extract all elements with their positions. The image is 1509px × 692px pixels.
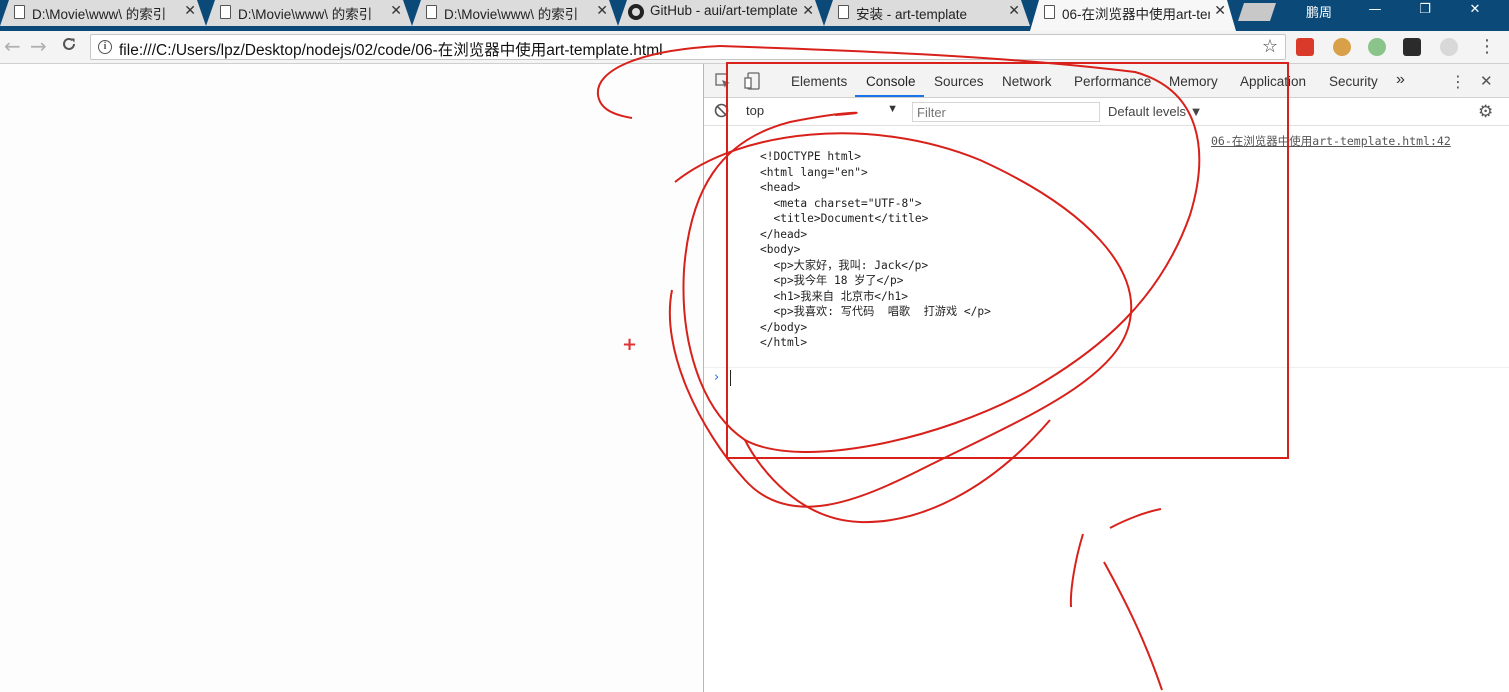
- devtools-tab-console[interactable]: Console: [866, 74, 916, 89]
- extension-fe-icon[interactable]: [1296, 38, 1314, 56]
- close-window-button[interactable]: ✕: [1452, 0, 1498, 22]
- log-levels-dropdown[interactable]: Default levels ▼: [1108, 104, 1203, 119]
- page-icon: [426, 5, 437, 19]
- page-icon: [838, 5, 849, 19]
- page-viewport[interactable]: +: [0, 64, 703, 692]
- crosshair-cursor-icon: +: [622, 334, 638, 355]
- console-input-caret[interactable]: [730, 370, 731, 386]
- dropdown-arrow-icon: ▼: [887, 103, 898, 115]
- extension-gray-icon[interactable]: [1440, 38, 1458, 56]
- tab-close-icon[interactable]: ✕: [1008, 3, 1020, 19]
- clear-console-icon[interactable]: [714, 103, 729, 122]
- extension-cookie-icon[interactable]: [1333, 38, 1351, 56]
- console-prompt-chevron-icon: ›: [714, 370, 720, 385]
- address-bar[interactable]: i file:///C:/Users/lpz/Desktop/nodejs/02…: [90, 34, 1286, 60]
- page-icon: [220, 5, 231, 19]
- minimize-button[interactable]: —: [1352, 0, 1398, 22]
- console-log-text: <!DOCTYPE html> <html lang="en"> <head> …: [760, 150, 991, 349]
- page-icon: [14, 5, 25, 19]
- browser-menu-icon[interactable]: ⋮: [1478, 36, 1496, 57]
- extension-green-circle-icon[interactable]: [1368, 38, 1386, 56]
- tab-movie-index-2[interactable]: D:\Movie\www\ 的索引 ✕: [206, 0, 412, 26]
- tab-title: 安装 - art-template: [856, 7, 968, 22]
- devtools-tab-memory[interactable]: Memory: [1169, 74, 1218, 89]
- device-toolbar-icon[interactable]: [744, 72, 760, 94]
- tab-title: D:\Movie\www\ 的索引: [238, 7, 373, 22]
- new-tab-button[interactable]: [1238, 3, 1276, 21]
- more-tabs-icon[interactable]: »: [1396, 71, 1405, 89]
- devtools-tab-performance[interactable]: Performance: [1074, 74, 1151, 89]
- tab-active-art-template-page[interactable]: 06-在浏览器中使用art-template ✕: [1030, 0, 1236, 26]
- bookmark-star-icon[interactable]: ☆: [1262, 36, 1278, 57]
- devtools-panel: Elements Console Sources Network Perform…: [703, 64, 1509, 692]
- reload-button[interactable]: [60, 35, 78, 58]
- console-source-link[interactable]: 06-在浏览器中使用art-template.html:42: [1211, 133, 1451, 149]
- github-icon: [628, 4, 644, 20]
- back-button[interactable]: ←: [4, 35, 21, 57]
- devtools-tab-sources[interactable]: Sources: [934, 74, 984, 89]
- tab-install-art-template[interactable]: 安装 - art-template ✕: [824, 0, 1030, 26]
- devtools-tab-application[interactable]: Application: [1240, 74, 1306, 89]
- tab-close-icon[interactable]: ✕: [184, 3, 196, 19]
- console-settings-gear-icon[interactable]: ⚙: [1478, 102, 1493, 122]
- console-log-entry: 06-在浏览器中使用art-template.html:42 <!DOCTYPE…: [704, 126, 1509, 368]
- devtools-tab-bar: Elements Console Sources Network Perform…: [704, 64, 1509, 98]
- tab-strip: D:\Movie\www\ 的索引 ✕ D:\Movie\www\ 的索引 ✕ …: [0, 0, 1509, 31]
- tab-close-icon[interactable]: ✕: [1214, 3, 1226, 19]
- devtools-tab-security[interactable]: Security: [1329, 74, 1378, 89]
- tab-github-art-template[interactable]: GitHub - aui/art-template ✕: [618, 0, 824, 26]
- devtools-menu-icon[interactable]: ⋮: [1450, 72, 1466, 91]
- browser-toolbar: ← → i file:///C:/Users/lpz/Desktop/nodej…: [0, 31, 1509, 64]
- page-icon: [1044, 5, 1055, 19]
- tab-close-icon[interactable]: ✕: [802, 3, 814, 19]
- tab-movie-index-1[interactable]: D:\Movie\www\ 的索引 ✕: [0, 0, 206, 26]
- tab-title: 06-在浏览器中使用art-template: [1062, 7, 1210, 22]
- tab-title: D:\Movie\www\ 的索引: [32, 7, 167, 22]
- devtools-tab-elements[interactable]: Elements: [791, 74, 847, 89]
- browser-window: D:\Movie\www\ 的索引 ✕ D:\Movie\www\ 的索引 ✕ …: [0, 0, 1509, 692]
- active-tab-indicator: [855, 95, 924, 97]
- restore-button[interactable]: ❐: [1402, 0, 1448, 22]
- tab-title: D:\Movie\www\ 的索引: [444, 7, 579, 22]
- console-filter-bar: top ▼ Default levels ▼ ⚙: [704, 98, 1509, 126]
- console-filter-input[interactable]: [912, 102, 1100, 122]
- url-text[interactable]: file:///C:/Users/lpz/Desktop/nodejs/02/c…: [119, 38, 663, 60]
- profile-name[interactable]: 鹏周: [1306, 2, 1332, 21]
- reload-icon: [63, 37, 75, 50]
- extension-terminal-icon[interactable]: [1403, 38, 1421, 56]
- context-value: top: [746, 103, 765, 118]
- forward-button[interactable]: →: [30, 35, 47, 57]
- context-selector[interactable]: top ▼: [746, 103, 898, 122]
- tab-title: GitHub - aui/art-template: [650, 3, 798, 18]
- tab-movie-index-3[interactable]: D:\Movie\www\ 的索引 ✕: [412, 0, 618, 26]
- devtools-close-icon[interactable]: ✕: [1480, 72, 1493, 90]
- inspect-element-icon[interactable]: [715, 73, 731, 93]
- info-icon[interactable]: i: [98, 40, 112, 54]
- devtools-tab-network[interactable]: Network: [1002, 74, 1052, 89]
- tab-close-icon[interactable]: ✕: [596, 3, 608, 19]
- tab-close-icon[interactable]: ✕: [390, 3, 402, 19]
